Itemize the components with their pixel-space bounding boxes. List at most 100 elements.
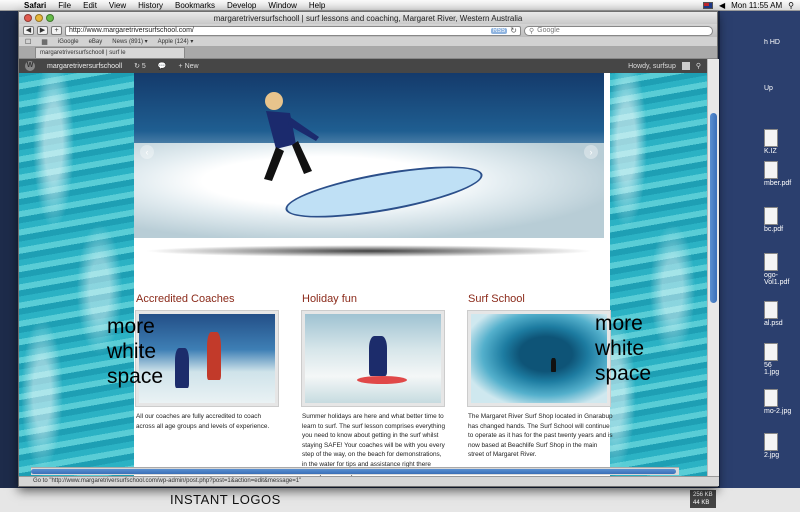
desktop-file[interactable]: mber.pdf — [764, 161, 798, 187]
desktop-file[interactable]: 56 1.jpg — [764, 343, 798, 376]
reload-icon[interactable]: ↻ — [510, 26, 517, 35]
minimize-window-button[interactable] — [35, 14, 43, 22]
menu-file[interactable]: File — [52, 1, 77, 10]
student-figure — [175, 348, 189, 388]
pdf-file-icon — [764, 207, 778, 225]
holiday-thumbnail[interactable] — [302, 311, 444, 406]
annotation-more-white-space-left: more white space — [107, 315, 164, 388]
desktop-icons-area: h HD Up K.IZ mber.pdf bc.pdf ogo- Vol1.p… — [720, 11, 800, 512]
file-size-1: 256 KB — [693, 492, 713, 498]
background-water-left — [19, 59, 134, 478]
zoom-window-button[interactable] — [46, 14, 54, 22]
tab-active[interactable]: margaretriversurfschooll | surf le — [35, 47, 185, 58]
desktop-file[interactable]: Up — [764, 85, 798, 92]
add-bookmark-button[interactable]: + — [51, 26, 62, 35]
desktop-file[interactable]: 2.jpg — [764, 433, 798, 459]
volume-icon[interactable]: ◀︎ — [719, 1, 725, 10]
menu-clock[interactable]: Mon 11:55 AM — [731, 1, 782, 10]
input-source-flag-icon[interactable] — [702, 1, 713, 9]
psd-file-icon — [764, 301, 778, 319]
image-file-icon — [764, 433, 778, 451]
kid-surfer-figure — [369, 336, 387, 376]
updates-link[interactable]: ↻ 5 — [134, 62, 146, 70]
new-content-link[interactable]: + New — [179, 63, 199, 70]
kid-surfboard — [357, 376, 407, 384]
spotlight-icon[interactable]: ⚲ — [788, 1, 794, 10]
bookmark-apple[interactable]: Apple (124) ▾ — [158, 38, 194, 45]
column-holiday-fun: Holiday fun Summer holidays are here and… — [302, 293, 447, 478]
menu-develop[interactable]: Develop — [221, 1, 262, 10]
column-heading[interactable]: Accredited Coaches — [136, 293, 281, 305]
window-titlebar[interactable]: margaretriversurfschooll | surf lessons … — [19, 12, 717, 24]
bookmark-news[interactable]: News (891) ▾ — [112, 38, 147, 45]
vertical-scroll-thumb[interactable] — [710, 113, 717, 303]
desktop-file[interactable]: ogo- Vol1.pdf — [764, 253, 798, 286]
menu-edit[interactable]: Edit — [77, 1, 103, 10]
updates-count: 5 — [141, 63, 146, 70]
bookmark-ebay[interactable]: eBay — [89, 39, 103, 45]
url-text: http://www.margaretriversurfschool.com/ — [69, 27, 194, 34]
pdf-file-icon — [764, 253, 778, 271]
desktop-file[interactable]: h HD — [764, 39, 798, 46]
column-surf-school: Surf School The Margaret River Surf Shop… — [468, 293, 613, 460]
top-sites-icon[interactable]: ▦ — [41, 38, 48, 46]
address-bar[interactable]: http://www.margaretriversurfschool.com/ … — [65, 25, 521, 36]
desktop-file-label: mo-2.jpg — [764, 408, 792, 415]
desktop-file[interactable]: mo-2.jpg — [764, 389, 798, 415]
back-button[interactable]: ◀ — [23, 26, 34, 35]
slider-prev-button[interactable]: ‹ — [140, 145, 154, 159]
surf-school-thumbnail[interactable] — [468, 311, 610, 406]
desktop-file-label: mber.pdf — [764, 180, 792, 187]
show-all-bookmarks-icon[interactable]: ☐ — [25, 38, 31, 46]
desktop-file[interactable]: K.IZ — [764, 129, 798, 155]
slider-next-button[interactable]: › — [584, 145, 598, 159]
avatar[interactable] — [681, 62, 690, 70]
mac-menu-bar: Safari File Edit View History Bookmarks … — [0, 0, 800, 11]
menu-history[interactable]: History — [132, 1, 169, 10]
admin-search-icon[interactable]: ⚲ — [696, 62, 701, 70]
desktop-file[interactable]: al.psd — [764, 301, 798, 327]
barrel-surfer-figure — [551, 358, 556, 372]
desktop-file-label: bc.pdf — [764, 226, 784, 233]
menu-help[interactable]: Help — [303, 1, 331, 10]
search-placeholder: Google — [537, 27, 560, 34]
menu-window[interactable]: Window — [262, 1, 302, 10]
desktop-file-label: 2.jpg — [764, 452, 780, 459]
horizontal-scroll-thumb[interactable] — [31, 469, 676, 474]
web-viewport: W margaretriversurfschooll ↻ 5 💬 + New H… — [19, 59, 719, 478]
updates-icon: ↻ — [134, 63, 140, 70]
status-bar: Go to "http://www.margaretriversurfschoo… — [19, 476, 719, 486]
horizontal-scrollbar[interactable] — [31, 467, 679, 475]
rss-icon[interactable]: RSS — [490, 27, 508, 34]
safari-window: margaretriversurfschooll | surf lessons … — [18, 11, 719, 487]
close-window-button[interactable] — [24, 14, 32, 22]
admin-site-name[interactable]: margaretriversurfschooll — [47, 63, 122, 70]
column-text: All our coaches are fully accredited to … — [136, 413, 270, 430]
desktop-file-label: Up — [764, 85, 773, 92]
hero-shadow — [144, 245, 594, 257]
page-content: ‹ › Accredited Coaches All our coaches a… — [134, 73, 613, 478]
search-field[interactable]: ⚲ Google — [524, 25, 713, 36]
document-icon — [764, 129, 778, 147]
file-size-badges: 256 KB 44 KB — [690, 490, 716, 508]
desktop-instant-logos-label: INSTANT LOGOS — [170, 492, 281, 507]
column-heading[interactable]: Holiday fun — [302, 293, 447, 305]
menu-app-name[interactable]: Safari — [18, 1, 52, 10]
vertical-scrollbar[interactable] — [707, 59, 719, 478]
image-file-icon — [764, 389, 778, 407]
bookmarks-bar: ☐ ▦ iGoogle eBay News (891) ▾ Apple (124… — [19, 37, 717, 47]
comments-icon[interactable]: 💬 — [158, 62, 167, 70]
desktop-file-label: al.psd — [764, 320, 783, 327]
column-heading[interactable]: Surf School — [468, 293, 613, 305]
admin-greeting[interactable]: Howdy, surfsup — [628, 63, 676, 70]
menu-bookmarks[interactable]: Bookmarks — [169, 1, 221, 10]
file-size-2: 44 KB — [693, 500, 710, 506]
forward-button[interactable]: ▶ — [37, 26, 48, 35]
menu-view[interactable]: View — [103, 1, 132, 10]
desktop-file-label: K.IZ — [764, 148, 777, 155]
bookmark-igoogle[interactable]: iGoogle — [58, 39, 79, 45]
wordpress-logo-icon[interactable]: W — [25, 61, 35, 71]
desktop-file[interactable]: bc.pdf — [764, 207, 798, 233]
pdf-file-icon — [764, 161, 778, 179]
surfer-figure — [264, 92, 319, 181]
